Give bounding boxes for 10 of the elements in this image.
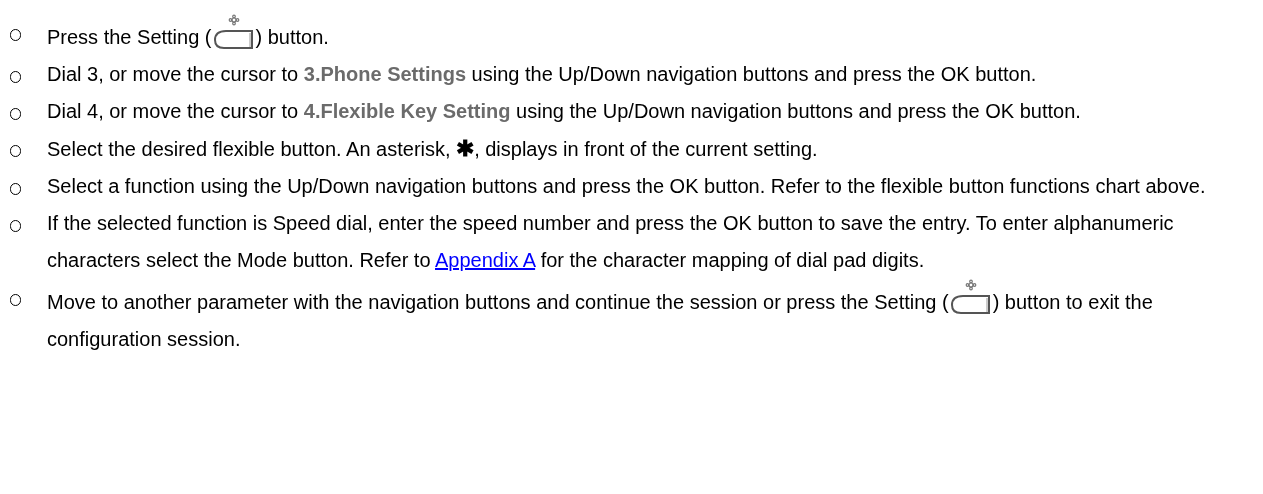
setting-key-icon bbox=[211, 14, 256, 50]
instruction-text: If the selected function is Speed dial, enter the speed number and press the OK button to save the entry. To enter alphanumeric characters select the Mode button. Refer to Appendix A for the character mapping of dial pad digits. bbox=[47, 211, 1175, 273]
instruction-text: Select the desired flexible button. An asterisk, ✱, displays in front of the current setting. bbox=[47, 135, 819, 163]
appendix-link[interactable]: Appendix A bbox=[435, 249, 536, 271]
instruction-text: Press the Setting ( ) button. bbox=[47, 14, 1247, 56]
instruction-text: Dial 3, or move the cursor to 3.Phone Settings using the Up/Down navigation buttons and press the OK button. bbox=[47, 62, 1038, 87]
instruction-text: Move to another parameter with the navigation buttons and continue the session or press the Setting ( ) button to exit the configuration session. bbox=[47, 279, 1247, 358]
setting-key-icon bbox=[948, 279, 993, 315]
instruction-text: Select a function using the Up/Down navigation buttons and press the OK button. Refer to the flexible button functions chart above. bbox=[47, 174, 1207, 199]
instruction-text: Dial 4, or move the cursor to 4.Flexible Key Setting using the Up/Down navigation buttons and press the OK button. bbox=[47, 99, 1082, 124]
